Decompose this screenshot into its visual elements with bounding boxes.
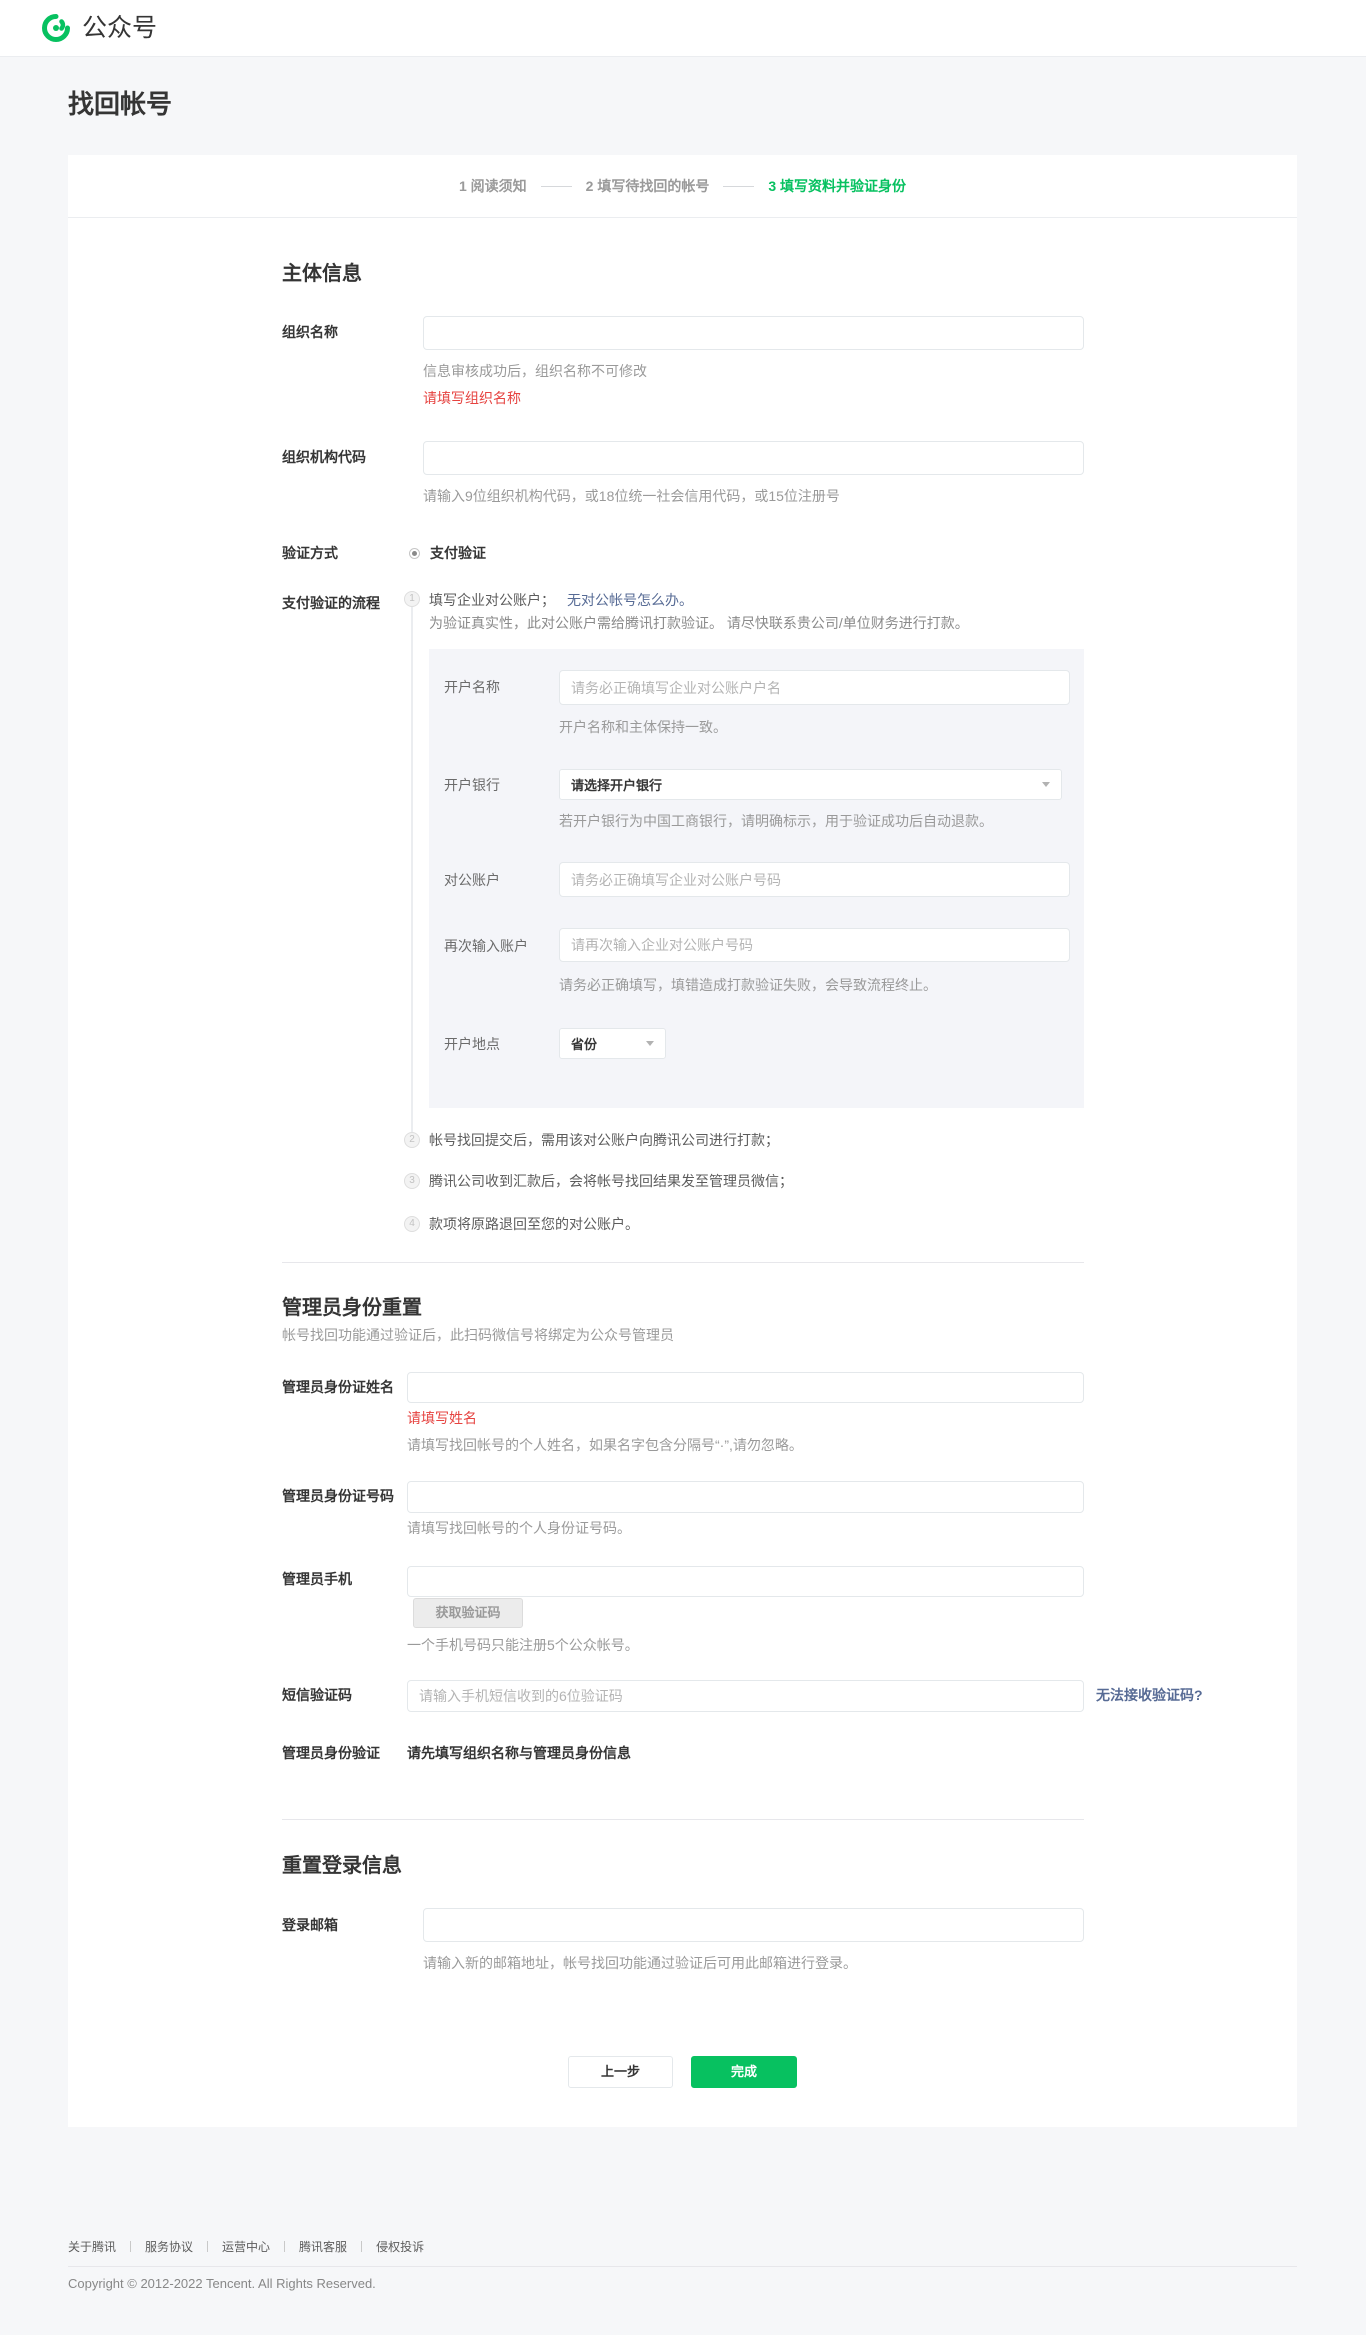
no-corporate-account-link[interactable]: 无对公帐号怎么办。 — [567, 592, 693, 608]
footer-link-about[interactable]: 关于腾讯 — [68, 2238, 116, 2255]
account-number-confirm-hint: 请务必正确填写，填错造成打款验证失败，会导致流程终止。 — [559, 977, 937, 993]
admin-phone-label: 管理员手机 — [282, 1571, 352, 1587]
pay-flow-step-1-text: 填写企业对公账户； — [429, 592, 555, 608]
login-section-title: 重置登录信息 — [282, 1855, 402, 1877]
finish-button[interactable]: 完成 — [691, 2056, 797, 2088]
sms-code-input[interactable] — [407, 1680, 1084, 1712]
admin-id-input[interactable] — [407, 1481, 1084, 1513]
footer-separator — [284, 2240, 286, 2252]
org-name-label: 组织名称 — [282, 324, 338, 340]
step-separator — [540, 185, 572, 187]
account-number-label: 对公账户 — [444, 872, 500, 888]
section-divider — [282, 1262, 1084, 1263]
org-code-hint: 请输入9位组织机构代码，或18位统一社会信用代码，或15位注册号 — [423, 488, 840, 504]
footer-link-operations-center[interactable]: 运营中心 — [222, 2238, 270, 2255]
pay-flow-step-1: 填写企业对公账户； 无对公帐号怎么办。 — [429, 590, 693, 610]
bank-hint: 若开户银行为中国工商银行，请明确标示，用于验证成功后自动退款。 — [559, 813, 993, 829]
progress-steps: 1 阅读须知 2 填写待找回的帐号 3 填写资料并验证身份 — [68, 176, 1297, 196]
login-email-label: 登录邮箱 — [282, 1917, 338, 1933]
step-number-circle-icon: 2 — [404, 1132, 420, 1148]
footer-links: 关于腾讯 服务协议 运营中心 腾讯客服 侵权投诉 — [68, 2236, 424, 2256]
admin-phone-hint: 一个手机号码只能注册5个公众帐号。 — [407, 1637, 639, 1653]
footer-link-service-agreement[interactable]: 服务协议 — [145, 2238, 193, 2255]
bank-location-label: 开户地点 — [444, 1036, 500, 1052]
admin-identity-verify-label: 管理员身份验证 — [282, 1745, 380, 1761]
admin-identity-verify-status: 请先填写组织名称与管理员身份信息 — [407, 1745, 631, 1761]
footer-link-infringement[interactable]: 侵权投诉 — [376, 2238, 424, 2255]
section-divider — [282, 1819, 1084, 1820]
pay-flow-label: 支付验证的流程 — [282, 595, 380, 611]
get-code-button[interactable]: 获取验证码 — [413, 1598, 523, 1628]
step-number-circle-icon: 4 — [404, 1216, 420, 1232]
footer-separator — [207, 2240, 209, 2252]
bank-label: 开户银行 — [444, 777, 500, 793]
previous-step-button[interactable]: 上一步 — [568, 2056, 673, 2088]
account-name-label: 开户名称 — [444, 679, 500, 695]
copyright-text: Copyright © 2012-2022 Tencent. All Right… — [68, 2276, 376, 2291]
footer-link-customer-service[interactable]: 腾讯客服 — [299, 2238, 347, 2255]
pay-flow-step-1-desc: 为验证真实性，此对公账户需给腾讯打款验证。 请尽快联系贵公司/单位财务进行打款。 — [429, 615, 969, 631]
chevron-down-icon — [1042, 782, 1050, 787]
page-title: 找回帐号 — [68, 89, 173, 119]
cannot-receive-code-link[interactable]: 无法接收验证码? — [1096, 1685, 1203, 1705]
step-verify-identity: 3 填写资料并验证身份 — [768, 178, 907, 194]
top-header: 公众号 — [0, 0, 1366, 57]
pay-flow-timeline — [411, 607, 413, 1132]
admin-section-title: 管理员身份重置 — [282, 1297, 422, 1319]
admin-name-label: 管理员身份证姓名 — [282, 1379, 394, 1395]
account-number-confirm-input[interactable] — [559, 928, 1070, 962]
bank-select[interactable]: 请选择开户银行 — [559, 769, 1062, 800]
province-select[interactable]: 省份 — [559, 1028, 666, 1059]
step-fill-account: 2 填写待找回的帐号 — [585, 178, 710, 194]
radio-selected-icon[interactable] — [409, 548, 420, 559]
org-name-error: 请填写组织名称 — [423, 390, 521, 406]
footer-separator — [130, 2240, 132, 2252]
org-name-input[interactable] — [423, 316, 1084, 350]
account-recovery-page: 公众号 找回帐号 1 阅读须知 2 填写待找回的帐号 3 填写资料并验证身份 主… — [0, 0, 1366, 2335]
province-select-value: 省份 — [571, 1037, 598, 1052]
admin-phone-input[interactable] — [407, 1566, 1084, 1597]
logo-text[interactable]: 公众号 — [82, 12, 157, 44]
admin-section-subtitle: 帐号找回功能通过验证后，此扫码微信号将绑定为公众号管理员 — [282, 1327, 674, 1343]
chevron-down-icon — [646, 1041, 654, 1046]
admin-id-hint: 请填写找回帐号的个人身份证号码。 — [407, 1520, 631, 1536]
verify-method-pay-option[interactable]: 支付验证 — [430, 543, 486, 563]
login-email-hint: 请输入新的邮箱地址，帐号找回功能通过验证后可用此邮箱进行登录。 — [423, 1955, 857, 1971]
steps-divider — [68, 217, 1297, 218]
org-code-label: 组织机构代码 — [282, 449, 366, 465]
account-number-confirm-label: 再次输入账户 — [444, 938, 528, 954]
step-number-circle-icon: 1 — [404, 591, 420, 607]
pay-flow-step-2: 帐号找回提交后，需用该对公账户向腾讯公司进行打款； — [429, 1132, 779, 1148]
step-separator — [723, 185, 755, 187]
account-name-hint: 开户名称和主体保持一致。 — [559, 719, 727, 735]
pay-flow-step-4: 款项将原路退回至您的对公账户。 — [429, 1216, 639, 1232]
admin-id-label: 管理员身份证号码 — [282, 1488, 394, 1504]
admin-name-hint: 请填写找回帐号的个人姓名，如果名字包含分隔号“·”,请勿忽略。 — [407, 1437, 803, 1453]
footer-divider — [68, 2266, 1297, 2267]
account-number-input[interactable] — [559, 862, 1070, 897]
org-name-hint: 信息审核成功后，组织名称不可修改 — [423, 363, 647, 379]
login-email-input[interactable] — [423, 1908, 1084, 1942]
pay-flow-step-3: 腾讯公司收到汇款后，会将帐号找回结果发至管理员微信； — [429, 1173, 793, 1189]
subject-section-title: 主体信息 — [282, 263, 362, 285]
official-account-logo-icon[interactable] — [40, 12, 72, 44]
admin-name-error: 请填写姓名 — [407, 1410, 477, 1426]
sms-code-label: 短信验证码 — [282, 1687, 352, 1703]
account-name-input[interactable] — [559, 670, 1070, 705]
footer-separator — [361, 2240, 363, 2252]
bank-select-value: 请选择开户银行 — [571, 778, 663, 793]
org-code-input[interactable] — [423, 441, 1084, 475]
verify-method-label: 验证方式 — [282, 545, 338, 561]
admin-name-input[interactable] — [407, 1372, 1084, 1403]
step-number-circle-icon: 3 — [404, 1173, 420, 1189]
step-read-notice: 1 阅读须知 — [458, 178, 527, 194]
